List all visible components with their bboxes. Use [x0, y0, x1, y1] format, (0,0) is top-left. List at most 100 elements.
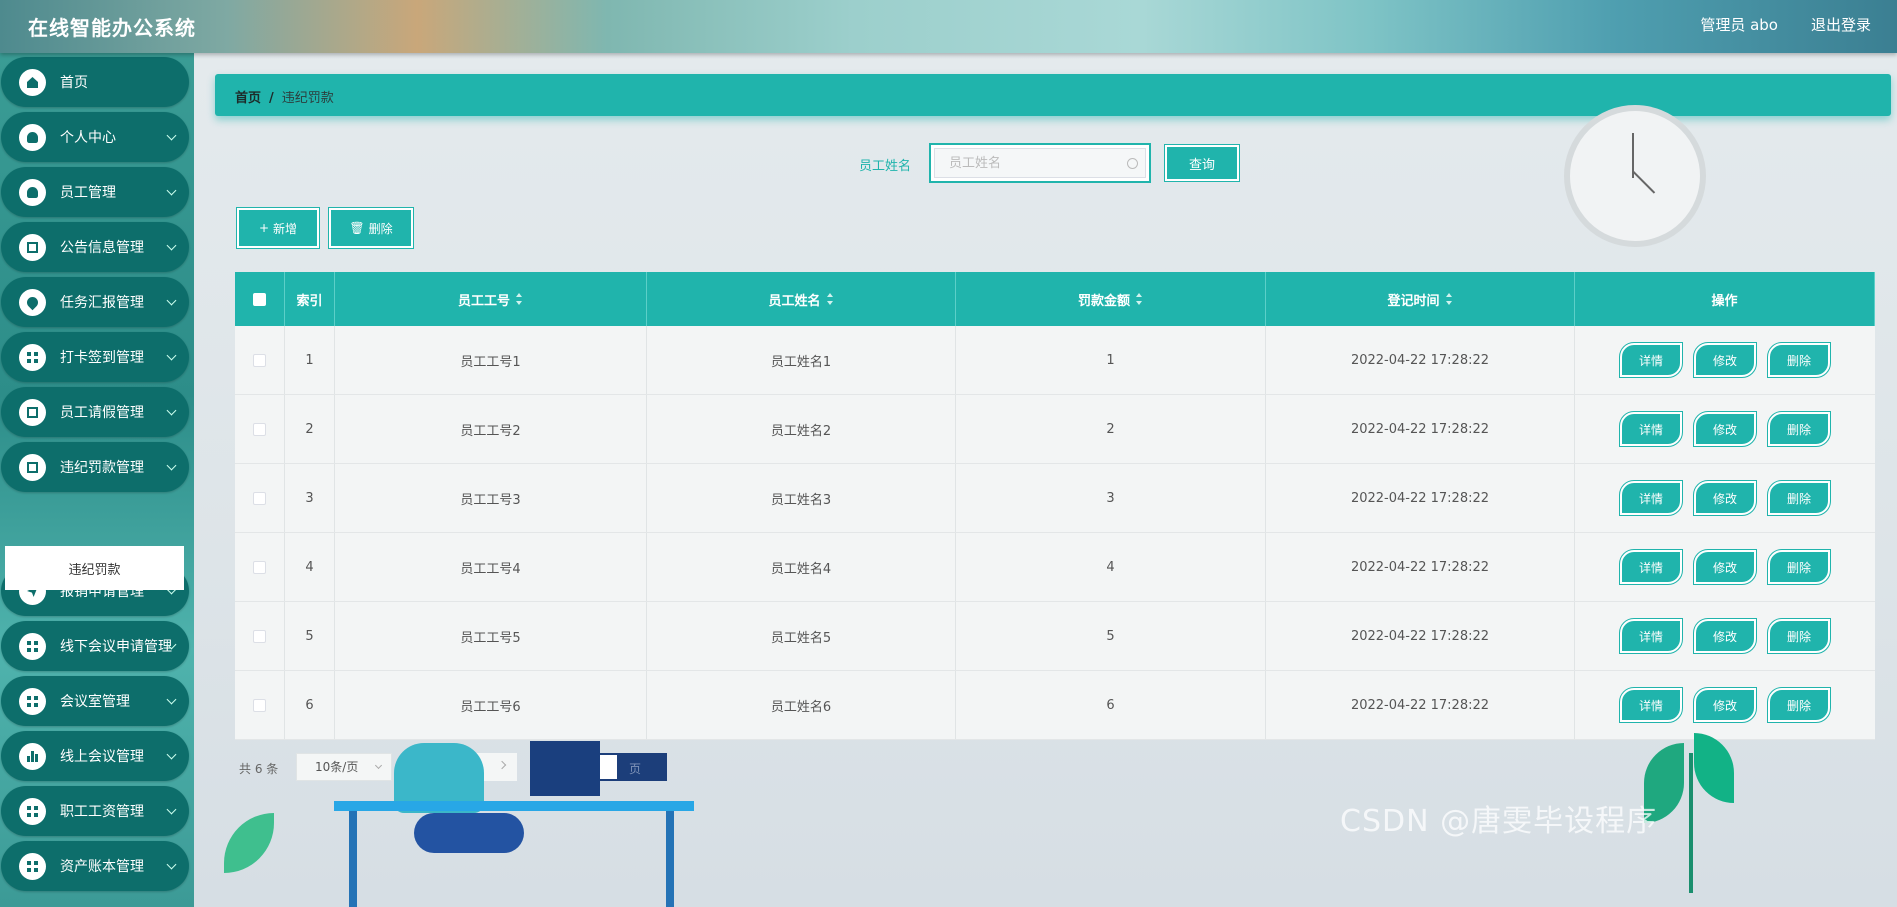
row-checkbox[interactable]: [253, 422, 266, 436]
next-page-icon[interactable]: [497, 760, 507, 770]
illustration-desk: [334, 801, 694, 811]
detail-button[interactable]: 详情: [1619, 342, 1683, 378]
sidebar-item-label: 员工管理: [60, 185, 116, 201]
row-delete-button[interactable]: 删除: [1767, 480, 1831, 516]
select-all-checkbox[interactable]: [253, 292, 266, 306]
sort-icon[interactable]: [826, 293, 834, 305]
sidebar-item[interactable]: 违纪罚款管理: [1, 442, 189, 492]
edit-button[interactable]: 修改: [1693, 342, 1757, 378]
detail-button[interactable]: 详情: [1619, 618, 1683, 654]
sidebar-item[interactable]: 员工请假管理: [1, 387, 189, 437]
row-delete-button[interactable]: 删除: [1767, 411, 1831, 447]
query-button[interactable]: 查询: [1164, 144, 1240, 182]
search-input[interactable]: 员工姓名: [934, 148, 1146, 178]
header-name-label: 员工姓名: [768, 293, 821, 309]
table-row: 4 员工工号4 员工姓名4 4 2022-04-22 17:28:22 详情 修改 删除: [235, 533, 1875, 602]
row-checkbox[interactable]: [253, 698, 266, 712]
row-delete-button[interactable]: 删除: [1767, 687, 1831, 723]
sidebar-item[interactable]: 打卡签到管理: [1, 332, 189, 382]
sidebar-item-label: 线上会议管理: [60, 749, 144, 765]
sidebar-item[interactable]: 会议室管理: [1, 676, 189, 726]
chevron-down-icon: [166, 130, 177, 141]
table-row: 6 员工工号6 员工姓名6 6 2022-04-22 17:28:22 详情 修改 删除: [235, 671, 1875, 740]
sort-icon[interactable]: [1445, 293, 1453, 305]
app-title: 在线智能办公系统: [28, 16, 196, 40]
table-row: 5 员工工号5 员工姓名5 5 2022-04-22 17:28:22 详情 修改 删除: [235, 602, 1875, 671]
illustration-plant: [224, 813, 274, 873]
sidebar-item[interactable]: 线下会议申请管理: [1, 621, 189, 671]
header-index-label: 索引: [296, 293, 323, 309]
add-button[interactable]: + 新增: [236, 207, 320, 249]
cell-emp-no: 员工工号6: [335, 671, 647, 739]
row-checkbox[interactable]: [253, 560, 266, 574]
edit-button[interactable]: 修改: [1693, 687, 1757, 723]
header-time-label: 登记时间: [1387, 293, 1440, 309]
chart-icon: [19, 454, 46, 481]
sidebar-item[interactable]: 任务汇报管理: [1, 277, 189, 327]
logout-link[interactable]: 退出登录: [1811, 14, 1871, 35]
user-icon: [19, 179, 46, 206]
sidebar-item[interactable]: 首页: [1, 57, 189, 107]
chevron-down-icon: [374, 761, 383, 770]
row-checkbox[interactable]: [253, 629, 266, 643]
chevron-down-icon: [166, 240, 177, 251]
edit-button[interactable]: 修改: [1693, 411, 1757, 447]
header-amount[interactable]: 罚款金额: [956, 272, 1266, 326]
table-row: 1 员工工号1 员工姓名1 1 2022-04-22 17:28:22 详情 修改 删除: [235, 326, 1875, 395]
sort-icon[interactable]: [516, 293, 523, 305]
row-delete-button[interactable]: 删除: [1767, 549, 1831, 585]
cell-amount: 5: [956, 602, 1266, 670]
cell-name: 员工姓名2: [647, 395, 956, 463]
header-name[interactable]: 员工姓名: [647, 272, 956, 326]
chevron-down-icon: [166, 350, 177, 361]
delete-button[interactable]: 🗑︎ 删除: [328, 207, 414, 249]
chevron-down-icon: [166, 749, 177, 760]
cell-emp-no: 员工工号2: [335, 395, 647, 463]
illustration-plant-stem: [1689, 753, 1693, 893]
pin-icon: [19, 289, 46, 316]
detail-button[interactable]: 详情: [1619, 549, 1683, 585]
cell-name: 员工姓名5: [647, 602, 956, 670]
detail-button[interactable]: 详情: [1619, 687, 1683, 723]
row-delete-button[interactable]: 删除: [1767, 618, 1831, 654]
chevron-down-icon: [166, 405, 177, 416]
edit-button[interactable]: 修改: [1693, 618, 1757, 654]
breadcrumb: 首页 / 违纪罚款: [235, 87, 334, 106]
row-delete-button[interactable]: 删除: [1767, 342, 1831, 378]
cell-name: 员工姓名3: [647, 464, 956, 532]
cell-time: 2022-04-22 17:28:22: [1266, 464, 1575, 532]
header-time[interactable]: 登记时间: [1266, 272, 1575, 326]
bar-chart-icon: [19, 743, 46, 770]
user-icon: [19, 124, 46, 151]
detail-button[interactable]: 详情: [1619, 411, 1683, 447]
user-info: 管理员 abo: [1700, 16, 1778, 34]
cell-time: 2022-04-22 17:28:22: [1266, 671, 1575, 739]
page-size-select[interactable]: 10条/页: [296, 753, 392, 781]
sidebar-item[interactable]: 个人中心: [1, 112, 189, 162]
cell-actions: 详情 修改 删除: [1575, 533, 1875, 601]
sidebar-item[interactable]: 职工工资管理: [1, 786, 189, 836]
breadcrumb-home[interactable]: 首页: [235, 91, 261, 106]
sidebar-item[interactable]: 员工管理: [1, 167, 189, 217]
header-emp-no[interactable]: 员工工号: [335, 272, 647, 326]
edit-button[interactable]: 修改: [1693, 549, 1757, 585]
sidebar-item[interactable]: 资产账本管理: [1, 841, 189, 891]
watermark: CSDN @唐雯毕设程序: [1340, 804, 1658, 839]
sidebar-item-label: 职工工资管理: [60, 804, 144, 820]
illustration-monitor: [530, 741, 600, 796]
header-amount-label: 罚款金额: [1077, 293, 1130, 309]
row-checkbox[interactable]: [253, 353, 266, 367]
row-select-cell: [235, 671, 285, 739]
sidebar-item-label: 员工请假管理: [60, 405, 144, 421]
clock-illustration: [1564, 105, 1706, 247]
sidebar-item[interactable]: 线上会议管理: [1, 731, 189, 781]
row-checkbox[interactable]: [253, 491, 266, 505]
cell-name: 员工姓名6: [647, 671, 956, 739]
sidebar-subitem-active[interactable]: 违纪罚款: [5, 546, 184, 590]
monitor-icon: [19, 399, 46, 426]
detail-button[interactable]: 详情: [1619, 480, 1683, 516]
edit-button[interactable]: 修改: [1693, 480, 1757, 516]
sidebar-item[interactable]: 公告信息管理: [1, 222, 189, 272]
cell-emp-no: 员工工号5: [335, 602, 647, 670]
sort-icon[interactable]: [1136, 293, 1143, 305]
